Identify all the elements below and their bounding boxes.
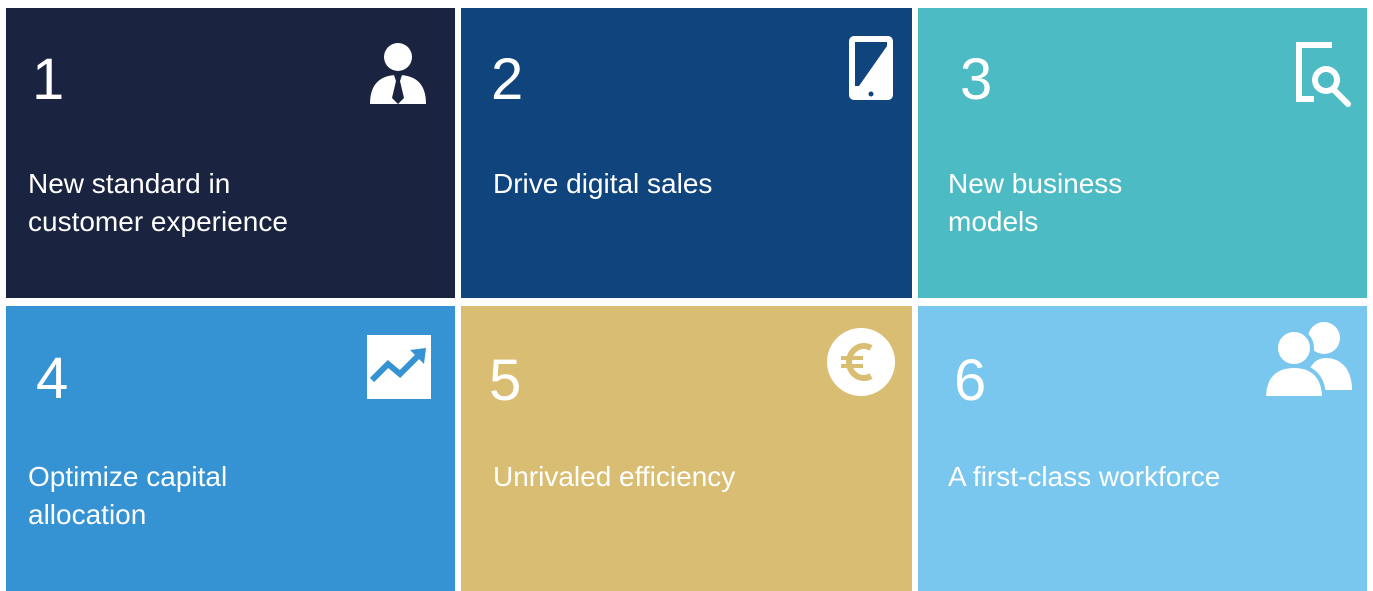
tile-6: 6 A first-class workforce	[918, 306, 1367, 591]
tile-number: 1	[32, 47, 65, 112]
person-tie-icon	[368, 42, 428, 106]
tablet-icon	[847, 34, 895, 102]
tile-3: 3 New business models	[918, 8, 1367, 298]
tile-number: 3	[960, 47, 993, 112]
trend-chart-icon	[366, 334, 432, 400]
tile-number: 6	[954, 348, 987, 413]
tile-title: New standard in customer experience	[28, 168, 288, 237]
tile-title: Drive digital sales	[493, 168, 713, 199]
euro-coin-icon	[825, 326, 897, 398]
tile-number: 4	[36, 346, 69, 411]
tile-title: New business models	[948, 168, 1123, 237]
tile-2: 2 Drive digital sales	[461, 8, 912, 298]
people-icon	[1262, 318, 1354, 400]
tile-4: 4 Optimize capital allocation	[6, 306, 455, 591]
tile-1: 1 New standard in customer experience	[6, 8, 455, 298]
tile-title: A first-class workforce	[948, 461, 1221, 492]
document-search-icon	[1292, 38, 1356, 108]
priorities-grid: 1 New standard in customer experience 2 …	[0, 0, 1373, 591]
tile-number: 2	[491, 47, 524, 112]
tile-number: 5	[489, 348, 522, 413]
tile-title: Unrivaled efficiency	[493, 461, 736, 492]
tile-title: Optimize capital allocation	[28, 461, 228, 530]
tile-5: 5 Unrivaled efficiency	[461, 306, 912, 591]
